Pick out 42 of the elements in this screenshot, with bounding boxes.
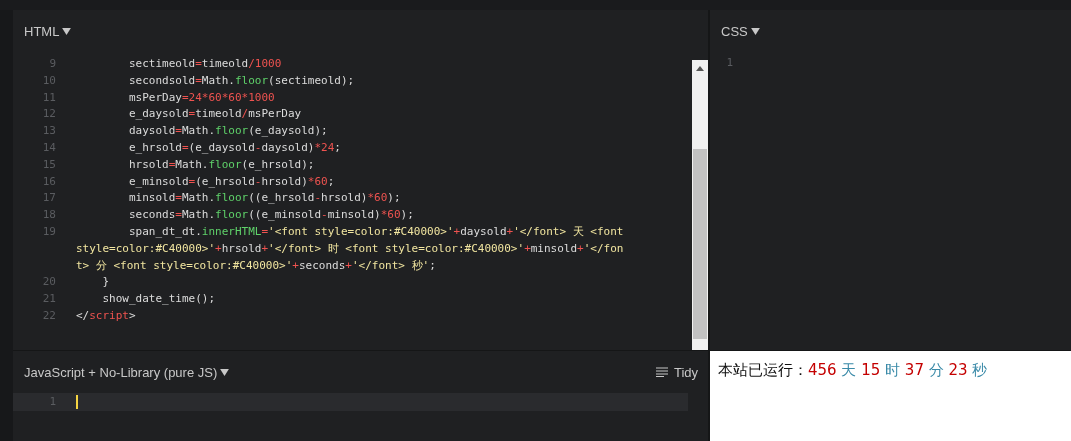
code-text: </script> — [76, 307, 137, 324]
line-number: 10 — [41, 72, 57, 89]
line-number: 9 — [48, 56, 57, 72]
result-text: 本站已运行：456 天 15 时 37 分 23 秒 — [717, 360, 989, 381]
caret-icon — [750, 27, 760, 35]
code-text: msPerDay=24*60*60*1000 — [128, 89, 276, 106]
code-text: secondsold=Math.floor(sectimeold); — [128, 72, 356, 89]
code-text: e_minsold=(e_hrsold-hrsold)*60; — [128, 173, 336, 190]
tidy-button[interactable]: Tidy — [655, 364, 698, 380]
code-text: daysold=Math.floor(e_daysold); — [128, 123, 329, 140]
text-cursor — [76, 395, 78, 409]
scrollbar[interactable] — [692, 60, 708, 350]
code-text: span_dt_dt.innerHTML='<font style=color:#C40000>'+daysold+'</font> 天 <font style=color:#C40000>'+hrsold+'</font> 时 <font style=color:#C40000>'+minsold+'</font> 分 <font style=color:#C40000>'+seconds+'</font> 秒'; — [76, 223, 624, 274]
align-lines-icon — [655, 367, 668, 377]
line-number: 13 — [41, 123, 57, 140]
code-text: e_daysold=timeold/msPerDay — [128, 106, 303, 123]
line-number: 14 — [41, 140, 57, 156]
code-text: hrsold=Math.floor(e_hrsold); — [128, 156, 316, 173]
code-text: e_hrsold=(e_daysold-daysold)*24; — [128, 140, 342, 156]
js-language-dropdown[interactable]: JavaScript + No-Library (pure JS) — [24, 364, 230, 380]
line-number: 15 — [41, 156, 57, 173]
line-number: 19 — [41, 223, 57, 240]
line-number: 20 — [41, 274, 57, 291]
caret-icon — [220, 368, 230, 376]
css-language-dropdown[interactable]: CSS — [721, 23, 760, 39]
line-number: 18 — [41, 207, 57, 224]
line-number: 21 — [41, 291, 57, 308]
code-text: seconds=Math.floor((e_minsold-minsold)*60); — [128, 207, 415, 224]
code-text: } — [101, 274, 111, 291]
line-number: 1 — [725, 55, 734, 71]
line-number: 17 — [41, 190, 57, 207]
line-number: 22 — [41, 307, 57, 324]
code-text: minsold=Math.floor((e_hrsold-hrsold)*60); — [128, 190, 402, 207]
scrollbar-thumb[interactable] — [693, 149, 707, 339]
html-language-dropdown[interactable]: HTML — [24, 23, 72, 39]
code-text: sectimeold=timeold/1000 — [128, 56, 283, 72]
caret-icon — [62, 27, 72, 35]
code-text: show_date_time(); — [101, 291, 217, 308]
line-number: 11 — [41, 89, 57, 106]
scroll-up-arrow-icon[interactable] — [696, 66, 704, 71]
line-number: 16 — [41, 173, 57, 190]
line-number: 12 — [41, 106, 57, 123]
